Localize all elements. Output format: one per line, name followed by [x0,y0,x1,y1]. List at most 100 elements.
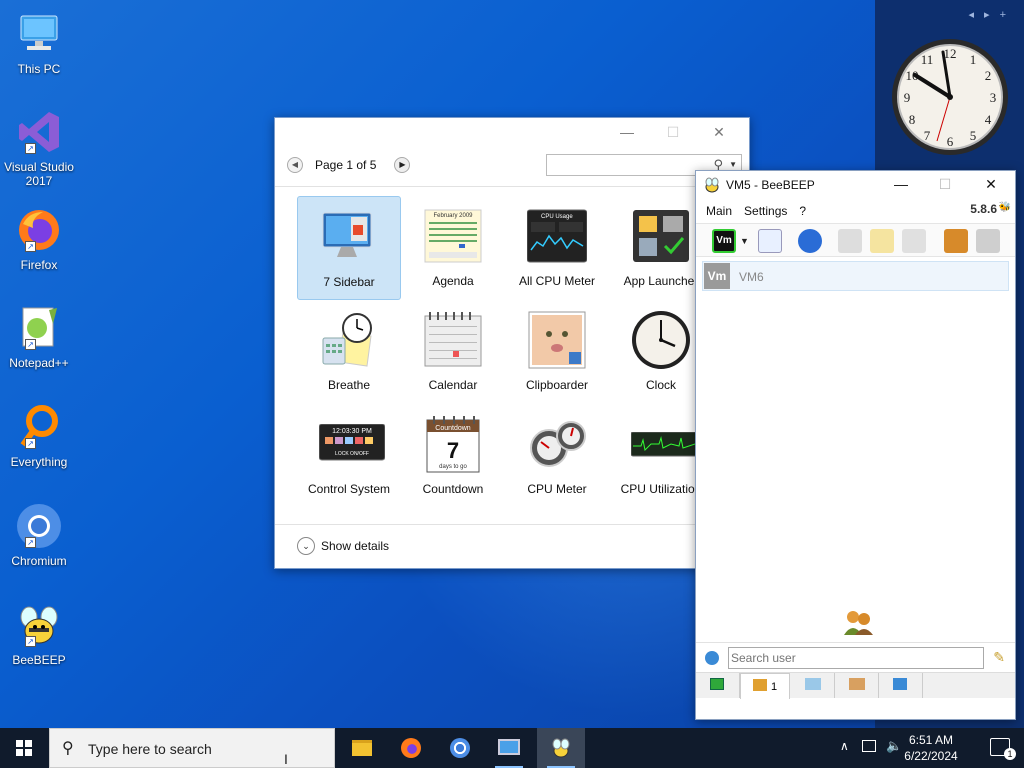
user-row[interactable]: Vm VM6 [702,261,1009,291]
computer-icon [15,10,63,58]
gadget-tile[interactable]: 7 Sidebar [297,196,401,300]
show-details-button[interactable]: ⌄ Show details [297,537,389,555]
desktop-icon-visual-studio[interactable]: ↗ Visual Studio 2017 [4,108,74,188]
taskbar-chromium[interactable] [436,728,484,768]
show-details-label: Show details [321,539,390,553]
download-icon[interactable] [944,229,968,253]
svg-text:4: 4 [985,112,992,127]
windows-logo-icon [16,740,32,756]
taskbar-file-explorer[interactable] [338,728,386,768]
taskbar-sidebar-app[interactable] [485,728,533,768]
desktop-icon-everything[interactable]: ↗ Everything [4,403,74,469]
desktop-icon-firefox[interactable]: ↗ Firefox [4,206,74,272]
gadget-gallery-window: — ☐ ✕ ◀ Page 1 of 5 ▶ ⚲ ▼ 7 Sidebar Febr… [274,117,750,569]
shortcut-arrow-icon: ↗ [25,537,36,548]
maximize-button[interactable]: ☐ [931,174,959,194]
desktop-icon-beebeep[interactable]: ↗ BeeBEEP [4,601,74,667]
sidebar-controls[interactable]: ◂▸+ [969,8,1016,21]
search-user-input[interactable] [728,647,984,669]
gadget-tile[interactable]: Breathe [297,300,401,404]
broom-clear-icon[interactable]: ✎ [993,649,1005,666]
svg-text:5: 5 [970,128,977,143]
users-group-icon [842,609,874,635]
desktop-icon-label: Firefox [20,258,58,272]
gadget-tile[interactable]: CPU Meter [505,404,609,508]
cpu-utilization-icon [630,414,698,474]
gadget-tile[interactable]: February 2009 Agenda [401,196,505,300]
chevron-up-icon[interactable]: ∧ [840,739,849,753]
taskbar-search-box[interactable]: ⚲ Type here to search I [49,728,335,768]
network-icon[interactable] [798,229,822,253]
tab-chat[interactable] [696,673,740,698]
desktop-icon-label: Everything [10,455,68,469]
shortcut-arrow-icon: ↗ [25,438,36,449]
bee-icon: 🐝 [998,202,1011,213]
next-page-button[interactable]: ▶ [394,157,411,173]
clock-icon [631,310,691,370]
shortcut-arrow-icon: ↗ [25,143,36,154]
shortcut-arrow-icon: ↗ [25,636,36,647]
close-button[interactable]: ✕ [977,174,1005,194]
minimize-button[interactable]: — [613,122,641,142]
desktop-icon-label: Notepad++ [9,356,69,370]
gadget-tile[interactable]: Countdown 7 days to go Countdown [401,404,505,508]
chevron-down-icon[interactable]: ▼ [740,236,749,246]
folder-icon [352,740,372,756]
tab-users[interactable]: 1 [740,673,790,699]
firefox-icon [401,738,421,758]
gadget-tile[interactable]: Clipboarder [505,300,609,404]
taskbar-clock[interactable]: 6:51 AM 6/22/2024 [896,732,966,764]
cpu-gauge-icon [527,414,587,474]
maximize-button[interactable]: ☐ [659,122,687,142]
gadget-tile[interactable]: CPU Usage All CPU Meter [505,196,609,300]
pencil-note-icon[interactable] [870,229,894,253]
network-icon[interactable] [862,740,876,752]
menu-settings[interactable]: Settings [744,204,787,218]
desktop-icon-notepadpp[interactable]: ↗ Notepad++ [4,304,74,370]
menu-help[interactable]: ? [799,204,806,218]
cpu-usage-title: CPU Usage [541,214,573,220]
version-label: 5.8.6 [970,202,997,216]
edit-profile-icon[interactable] [758,229,782,253]
menu-main[interactable]: Main [706,204,732,218]
control-system-icon: 12:03:30 PM LOCK ON/OFF [318,414,386,474]
taskbar-beebeep[interactable] [537,728,585,768]
gadget-grid: 7 Sidebar February 2009 Agenda CPU Usage… [297,196,751,521]
countdown-sub: days to go [439,464,467,470]
prev-page-button[interactable]: ◀ [287,157,303,173]
desktop-icon-label: Chromium [11,554,67,568]
gallery-titlebar[interactable]: — ☐ ✕ [275,118,749,148]
tab-files[interactable] [879,673,923,698]
clock-gadget[interactable]: 12 1 2 3 4 5 6 7 8 9 10 11 [889,36,1011,158]
taskbar-firefox[interactable] [387,728,435,768]
desktop-icon-label: This PC [17,62,61,76]
tools-icon[interactable] [902,229,926,253]
folder-icon[interactable] [838,229,862,253]
gadget-tile[interactable]: Calendar [401,300,505,404]
gadget-tile[interactable]: 12:03:30 PM LOCK ON/OFF Control System [297,404,401,508]
gadget-label: Control System [307,482,391,496]
system-tray: ∧ 🔈 6:51 AM 6/22/2024 1 [830,728,1024,768]
gadget-label: All CPU Meter [518,274,595,288]
start-button[interactable] [0,728,48,768]
tab-messages[interactable] [791,673,835,698]
desktop-icon-this-pc[interactable]: This PC [4,10,74,76]
chevron-down-icon[interactable]: ▼ [729,160,737,169]
page-navigator: ◀ Page 1 of 5 ▶ [287,154,411,176]
monitor-icon [319,207,379,267]
status-vm-icon[interactable]: Vm [712,229,736,253]
minimize-button[interactable]: — [887,174,915,194]
agenda-calendar-icon: February 2009 [423,206,483,266]
messages-icon [805,678,821,690]
trash-icon[interactable] [976,229,1000,253]
clock-time: 6:51 AM [908,733,954,747]
desktop-icon-chromium[interactable]: ↗ Chromium [4,502,74,568]
svg-text:1: 1 [970,52,977,67]
beebeep-titlebar[interactable]: VM5 - BeeBEEP — ☐ ✕ [696,171,1015,199]
svg-text:8: 8 [909,112,916,127]
close-button[interactable]: ✕ [705,122,733,142]
search-magnifier-icon: ↗ [15,403,63,451]
tab-groups[interactable] [835,673,879,698]
shortcut-arrow-icon: ↗ [25,339,36,350]
gadget-label: Agenda [432,274,474,288]
